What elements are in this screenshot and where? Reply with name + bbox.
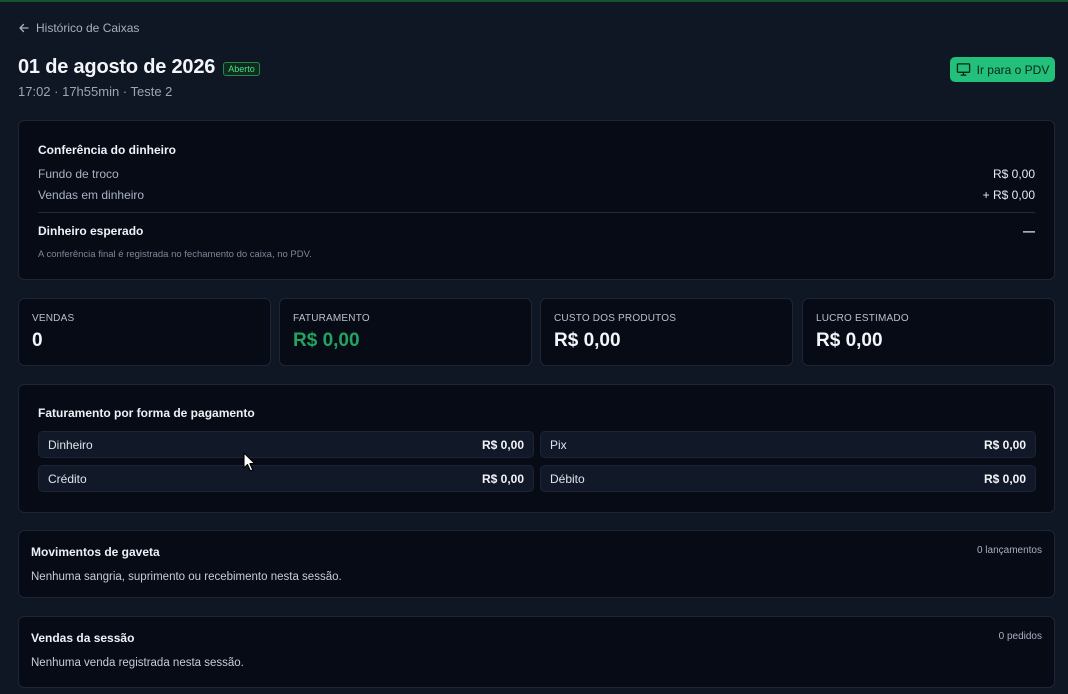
status-badge: Aberto <box>223 61 260 76</box>
row-label: Fundo de troco <box>38 167 119 181</box>
go-to-pdv-button[interactable]: Ir para o PDV <box>950 57 1055 82</box>
payment-item-credito: Crédito R$ 0,00 <box>38 465 534 492</box>
stat-card-faturamento: FATURAMENTO R$ 0,00 <box>279 298 532 366</box>
stat-card-vendas: VENDAS 0 <box>18 298 271 366</box>
drawer-movements-title: Movimentos de gaveta <box>31 545 160 559</box>
cash-check-row: Fundo de troco R$ 0,00 <box>38 167 1035 181</box>
payment-label: Dinheiro <box>48 437 93 452</box>
payment-label: Pix <box>550 437 567 452</box>
monitor-icon <box>956 63 970 76</box>
expected-cash-value: — <box>1023 224 1035 238</box>
payment-value: R$ 0,00 <box>481 471 524 486</box>
payment-item-dinheiro: Dinheiro R$ 0,00 <box>38 431 534 458</box>
payment-breakdown-title: Faturamento por forma de pagamento <box>38 406 255 420</box>
row-value: + R$ 0,00 <box>982 188 1035 202</box>
cash-check-note: A conferência final é registrada no fech… <box>38 249 312 260</box>
go-to-pdv-label: Ir para o PDV <box>976 62 1050 77</box>
row-label: Vendas em dinheiro <box>38 188 145 202</box>
stat-value: 0 <box>32 330 43 351</box>
page-header: 01 de agosto de 2026 Aberto <box>18 56 260 79</box>
stat-value: R$ 0,00 <box>554 330 621 351</box>
stat-label: VENDAS <box>32 313 75 324</box>
payment-item-pix: Pix R$ 0,00 <box>540 431 1036 458</box>
arrow-left-icon <box>19 23 29 33</box>
session-subtitle: 17:02 · 17h55min · Teste 2 <box>18 84 173 99</box>
stat-label: CUSTO DOS PRODUTOS <box>554 313 677 324</box>
session-sales-title: Vendas da sessão <box>31 631 135 645</box>
page-title: 01 de agosto de 2026 <box>18 56 216 78</box>
top-accent-line <box>0 0 1068 2</box>
payment-item-debito: Débito R$ 0,00 <box>540 465 1036 492</box>
expected-cash-row: Dinheiro esperado — <box>38 224 1035 238</box>
mouse-pointer-icon <box>243 452 256 472</box>
stat-card-custo: CUSTO DOS PRODUTOS R$ 0,00 <box>540 298 793 366</box>
session-sales-empty: Nenhuma venda registrada nesta sessão. <box>31 657 244 669</box>
stat-label: FATURAMENTO <box>293 313 370 324</box>
payment-label: Débito <box>550 471 585 486</box>
session-sales-card: Vendas da sessão 0 pedidos Nenhuma venda… <box>18 616 1055 688</box>
payment-value: R$ 0,00 <box>481 437 524 452</box>
cash-check-row: Vendas em dinheiro + R$ 0,00 <box>38 188 1035 202</box>
payment-label: Crédito <box>48 471 87 486</box>
cash-check-title: Conferência do dinheiro <box>38 143 177 157</box>
row-value: R$ 0,00 <box>992 167 1035 181</box>
payment-breakdown-card: Faturamento por forma de pagamento Dinhe… <box>18 384 1055 513</box>
drawer-movements-card: Movimentos de gaveta 0 lançamentos Nenhu… <box>18 530 1055 598</box>
cash-check-card: Conferência do dinheiro Fundo de troco R… <box>18 120 1055 280</box>
stat-value: R$ 0,00 <box>293 330 360 351</box>
session-sales-count: 0 pedidos <box>998 631 1042 642</box>
drawer-movements-count: 0 lançamentos <box>976 545 1042 556</box>
back-link[interactable]: Histórico de Caixas <box>18 21 139 35</box>
stat-value: R$ 0,00 <box>816 330 883 351</box>
drawer-movements-empty: Nenhuma sangria, suprimento ou recebimen… <box>31 571 342 583</box>
payment-value: R$ 0,00 <box>983 437 1026 452</box>
expected-cash-label: Dinheiro esperado <box>38 224 144 238</box>
divider <box>38 212 1035 213</box>
stat-label: LUCRO ESTIMADO <box>816 313 909 324</box>
payment-value: R$ 0,00 <box>983 471 1026 486</box>
back-link-label: Histórico de Caixas <box>36 21 140 35</box>
stat-card-lucro: LUCRO ESTIMADO R$ 0,00 <box>802 298 1055 366</box>
